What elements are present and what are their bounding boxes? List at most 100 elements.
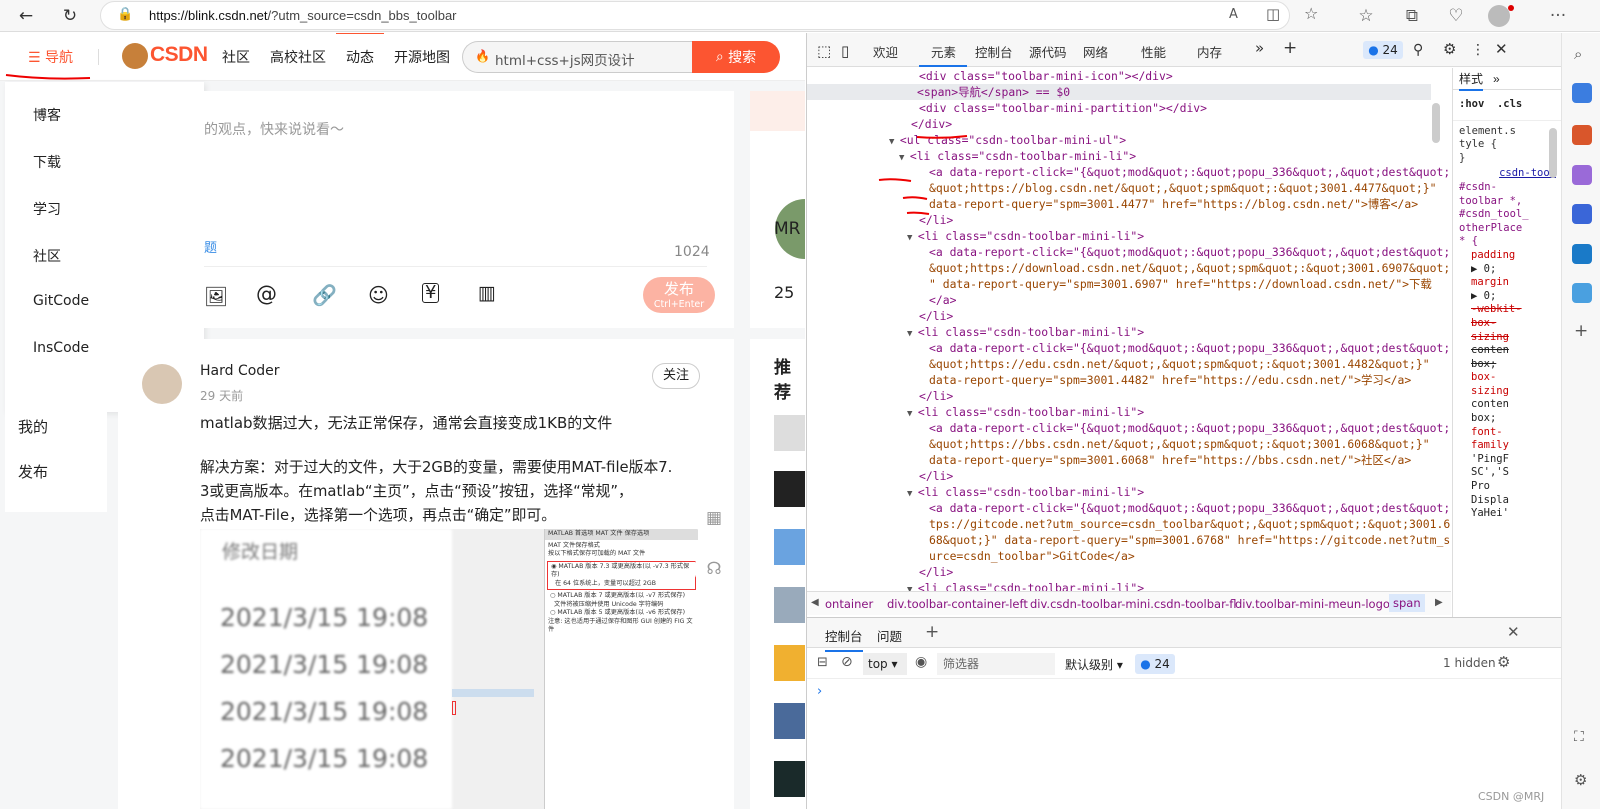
sidebar-settings-icon[interactable]: ⚙ [1574,771,1587,789]
topic-link[interactable]: 题 [204,237,217,256]
menu-item-mine[interactable]: 我的 [18,416,48,437]
image-icon[interactable]: 🖼 [204,285,228,308]
expand-arrow-icon[interactable]: ▼ [907,233,918,243]
menu-item-blog[interactable]: 博客 [33,105,61,125]
property-line[interactable]: 'PingF [1471,453,1556,467]
property-line[interactable]: box- [1471,371,1556,385]
dom-scrollbar[interactable] [1432,103,1440,143]
property-line[interactable]: family [1471,439,1556,453]
topnav-campus[interactable]: 高校社区 [270,47,326,67]
performance-icon[interactable]: ♡ [1442,2,1470,30]
tab-elements[interactable]: 元素 [931,42,956,61]
sidebar-toggle-icon[interactable]: ⊟ [817,655,828,670]
refresh-icon[interactable]: ↻ [56,2,84,30]
qr-code-icon[interactable]: ▦ [694,498,734,538]
dom-node-line[interactable]: " data-report-query="spm=3001.6907" href… [929,276,1432,292]
dom-node-line[interactable]: <a data-report-click="{&quot;mod&quot;:&… [929,500,1451,516]
sidebar-games-icon[interactable] [1572,165,1592,185]
emoji-icon[interactable]: ☺ [368,283,389,307]
sidebar-tag-icon[interactable] [1572,83,1592,103]
profile-name[interactable]: MR [774,219,800,239]
sidebar-toolbox-icon[interactable] [1572,125,1592,145]
dom-node-line[interactable]: <a data-report-click="{&quot;mod&quot;:&… [929,420,1451,436]
csdn-logo[interactable]: CSDN [150,43,208,67]
property-line[interactable]: padding [1471,249,1556,263]
expand-arrow-icon[interactable]: ▼ [907,409,918,419]
property-line[interactable]: Pro [1471,480,1556,494]
compose-input[interactable]: 的观点，快来说说看～ [204,119,344,139]
property-line[interactable]: margin [1471,276,1556,290]
sidebar-send-icon[interactable] [1572,283,1592,303]
inspect-icon[interactable]: ⬚ [817,42,831,60]
console-issues-badge[interactable]: ● 24 [1135,654,1175,674]
breadcrumb-right-icon[interactable]: ▶ [1435,597,1443,608]
link-icon[interactable]: 🔗 [312,283,337,307]
menu-item-download[interactable]: 下载 [33,152,61,172]
post-author[interactable]: Hard Coder [200,363,280,379]
sidebar-search-icon[interactable]: ⌕ [1574,45,1582,63]
breadcrumb-item[interactable]: div.toolbar-container-left [887,597,1028,611]
dom-node-line[interactable]: &quot;https://bbs.csdn.net/&quot;,&quot;… [929,436,1430,452]
property-line[interactable]: font- [1471,426,1556,440]
dom-node-line[interactable]: data-report-query="spm=3001.4482" href="… [929,372,1411,388]
tab-network[interactable]: 网络 [1083,42,1108,61]
dom-node-line[interactable]: <a data-report-click="{&quot;mod&quot;:&… [929,340,1451,356]
avatar[interactable] [142,364,182,404]
recommend-thumb[interactable] [774,645,805,681]
sidebar-outlook-icon[interactable] [1572,244,1592,264]
lock-icon[interactable]: 🔒 [117,7,133,22]
dom-node-line[interactable]: &quot;https://download.csdn.net/&quot;,&… [929,260,1451,276]
hov-toggle[interactable]: :hov [1459,98,1484,110]
property-line[interactable]: sizing [1471,331,1556,345]
topnav-community[interactable]: 社区 [222,47,250,67]
recommend-thumb[interactable] [774,529,805,565]
breadcrumb-item[interactable]: div.csdn-toolbar-mini.csdn-toolbar-fl [1030,597,1236,611]
dom-node-line[interactable]: &quot;https://edu.csdn.net/&quot;,&quot;… [929,356,1430,372]
split-screen-icon[interactable]: ◫ [1266,5,1280,23]
reward-icon[interactable]: ¥ [422,283,440,303]
menu-item-publish[interactable]: 发布 [18,461,48,482]
dom-node-line[interactable]: 68&quot;}" data-report-query="spm=3001.6… [929,532,1451,548]
console-settings-icon[interactable]: ⚙ [1497,653,1510,671]
property-line[interactable]: -webkit- [1471,303,1556,317]
expand-arrow-icon[interactable]: ▼ [907,489,918,499]
nav-toggle[interactable]: ☰ 导航 [28,47,73,67]
context-select[interactable]: top ▾ [863,653,907,675]
topnav-opensource-map[interactable]: 开源地图 [394,47,450,67]
collections-icon[interactable]: ⧉ [1398,2,1426,30]
drawer-tab-issues[interactable]: 问题 [877,626,902,645]
tab-performance[interactable]: 性能 [1141,42,1166,61]
tab-sources[interactable]: 源代码 [1029,42,1067,61]
favorite-star-icon[interactable]: ☆ [1304,4,1318,23]
property-line[interactable]: box- [1471,317,1556,331]
recommend-thumb[interactable] [774,703,805,739]
menu-item-learn[interactable]: 学习 [33,199,61,219]
add-tab-icon[interactable]: + [1283,38,1297,58]
dom-node-line[interactable]: </a> [929,292,956,308]
property-line[interactable]: SC','S [1471,466,1556,480]
styles-scrollbar[interactable] [1549,128,1557,178]
support-headset-icon[interactable]: ☊ [694,549,734,589]
recommend-thumb[interactable] [774,587,805,623]
dom-node-line[interactable]: </li> [919,564,953,580]
expand-arrow-icon[interactable]: ▼ [907,329,918,339]
close-drawer-icon[interactable]: ✕ [1507,623,1520,641]
more-icon[interactable]: ··· [1544,2,1572,30]
breadcrumb-left-icon[interactable]: ◀ [811,597,819,608]
breadcrumb-item-active[interactable]: span [1389,594,1425,612]
favorites-icon[interactable]: ☆ [1352,2,1380,30]
property-line[interactable]: sizing [1471,385,1556,399]
property-line[interactable]: Displa [1471,494,1556,508]
read-aloud-icon[interactable]: A [1229,7,1238,22]
address-bar[interactable]: 🔒 https://blink.csdn.net/?utm_source=csd… [100,1,1318,30]
profile-avatar[interactable] [1488,5,1510,27]
dom-node-line[interactable]: data-report-query="spm=3001.6068" href="… [929,452,1411,468]
follow-button[interactable]: 关注 [652,363,700,389]
console-prompt[interactable]: › [817,684,822,699]
publish-button[interactable]: 发布 Ctrl+Enter [643,277,715,313]
back-icon[interactable]: ← [12,2,40,30]
menu-item-inscode[interactable]: InsCode [33,340,89,356]
breadcrumb-item[interactable]: div.toolbar-mini-meun-logo [1235,597,1390,611]
dom-node-line[interactable]: <a data-report-click="{&quot;mod&quot;:&… [929,244,1451,260]
add-drawer-tab-icon[interactable]: + [925,622,939,642]
